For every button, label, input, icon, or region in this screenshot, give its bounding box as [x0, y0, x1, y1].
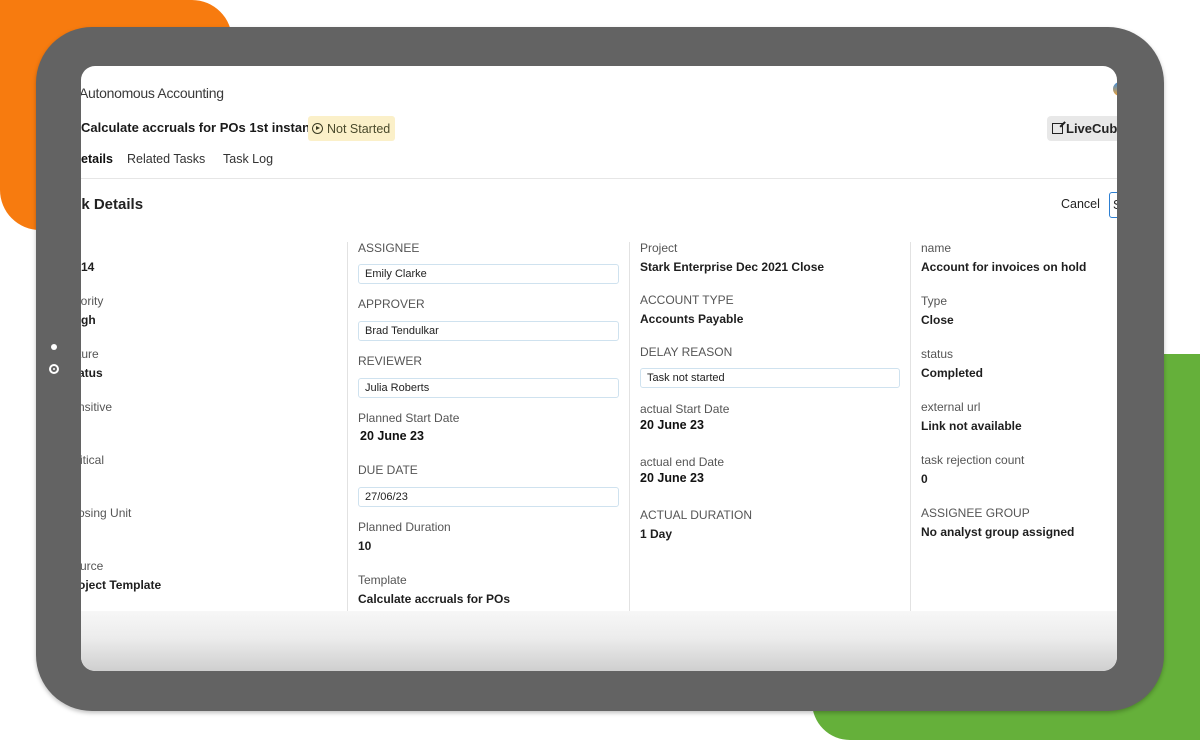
assignee-group-label: ASSIGNEE GROUP — [921, 506, 1030, 520]
tab-related-tasks[interactable]: Related Tasks — [127, 152, 205, 166]
delay-reason-label: DELAY REASON — [640, 345, 733, 359]
account-type-value: Accounts Payable — [640, 312, 744, 326]
tablet-home-button — [49, 364, 59, 374]
actual-start-value: 20 June 23 — [640, 418, 704, 432]
actual-duration-label: ACTUAL DURATION — [640, 508, 753, 522]
save-button[interactable]: S — [1109, 192, 1117, 218]
actual-duration-value: 1 Day — [640, 527, 673, 541]
tab-details[interactable]: etails — [81, 152, 113, 166]
task-title: Calculate accruals for POs 1st instance — [81, 120, 325, 135]
approver-input[interactable]: Brad Tendulkar — [358, 321, 619, 341]
delay-reason-input[interactable]: Task not started — [640, 368, 900, 388]
play-circle-icon — [312, 123, 323, 134]
name-value: Account for invoices on hold — [921, 260, 1087, 274]
column-divider — [347, 242, 348, 614]
project-label: Project — [640, 241, 678, 255]
field-label: itical — [81, 453, 105, 467]
actual-end-label: actual end Date — [640, 455, 725, 469]
due-date-label: DUE DATE — [358, 463, 418, 477]
reviewer-label: REVIEWER — [358, 354, 423, 368]
assignee-group-value: No analyst group assigned — [921, 525, 1075, 539]
section-title: sk Details — [81, 196, 144, 213]
account-type-label: ACCOUNT TYPE — [640, 293, 734, 307]
name-label: name — [921, 241, 952, 255]
user-avatar[interactable] — [1113, 82, 1117, 96]
status-value: Completed — [921, 366, 984, 380]
type-value: Close — [921, 313, 954, 327]
template-value: Calculate accruals for POs — [358, 592, 511, 606]
cancel-button[interactable]: Cancel — [1061, 197, 1100, 211]
field-label: iority — [81, 294, 104, 308]
livecube-label: LiveCube — [1066, 121, 1117, 136]
actual-end-value: 20 June 23 — [640, 471, 704, 485]
planned-start-label: Planned Start Date — [358, 411, 460, 425]
rejection-count-value: 0 — [921, 472, 928, 486]
type-label: Type — [921, 294, 948, 308]
status-badge: Not Started — [308, 116, 396, 141]
assignee-label: ASSIGNEE — [358, 241, 420, 255]
template-label: Template — [358, 573, 407, 587]
column-divider — [910, 242, 911, 614]
field-value: oject Template — [81, 578, 162, 592]
field-value: atus — [81, 366, 103, 380]
livecube-button[interactable]: LiveCube — [1047, 116, 1117, 141]
field-label: urce — [81, 559, 104, 573]
planned-duration-value: 10 — [358, 539, 372, 553]
reviewer-input[interactable]: Julia Roberts — [358, 378, 619, 398]
external-link-icon — [1052, 123, 1063, 134]
rejection-count-label: task rejection count — [921, 453, 1025, 467]
app-title: Autonomous Accounting — [81, 85, 224, 101]
bottom-fade — [81, 611, 1117, 671]
field-value: gh — [81, 313, 96, 327]
field-label: nsitive — [81, 400, 113, 414]
tablet-camera-dot — [51, 344, 57, 350]
external-url-label: external url — [921, 400, 981, 414]
column-divider — [629, 242, 630, 614]
external-url-value[interactable]: Link not available — [921, 419, 1022, 433]
planned-start-value: 20 June 23 — [360, 429, 424, 443]
field-label: osing Unit — [81, 506, 132, 520]
assignee-input[interactable]: Emily Clarke — [358, 264, 619, 284]
field-label: ture — [81, 347, 99, 361]
project-value: Stark Enterprise Dec 2021 Close — [640, 260, 825, 274]
due-date-input[interactable]: 27/06/23 — [358, 487, 619, 507]
planned-duration-label: Planned Duration — [358, 520, 451, 534]
tab-task-log[interactable]: Task Log — [223, 152, 273, 166]
app-screen: Autonomous Accounting Calculate accruals… — [81, 66, 1117, 671]
actual-start-label: actual Start Date — [640, 402, 730, 416]
approver-label: APPROVER — [358, 297, 425, 311]
status-label: status — [921, 347, 954, 361]
status-badge-label: Not Started — [327, 121, 391, 136]
field-value: 14 — [81, 260, 95, 274]
tabs-divider — [81, 178, 1117, 179]
